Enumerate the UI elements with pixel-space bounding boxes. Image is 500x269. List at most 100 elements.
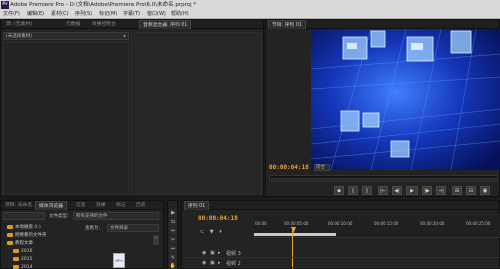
menu-edit[interactable]: 编辑(E): [27, 10, 44, 19]
slip-tool-icon[interactable]: ↔: [169, 245, 177, 253]
tree-item[interactable]: 教程文章: [7, 240, 33, 247]
tab-markers[interactable]: 标记: [113, 201, 129, 210]
eye-icon[interactable]: ◉: [202, 250, 206, 256]
project-panel: 项目: 未命名 媒体浏览器 信息 效果 标记 历史 文件类型: 所有支持的文件 …: [0, 200, 164, 269]
premiere-app-icon[interactable]: Pr: [1, 1, 9, 9]
expand-icon[interactable]: ▸: [218, 250, 221, 256]
view-as-select[interactable]: 文件目录: [107, 224, 159, 232]
ripple-edit-tool-icon[interactable]: ⇔: [169, 227, 177, 235]
track-video-3[interactable]: ◉ ▣ ▸ 视频 3: [182, 249, 500, 258]
marker-icon[interactable]: ▼: [210, 229, 214, 235]
export-frame-button[interactable]: ▣: [480, 186, 490, 195]
window-title: Adobe Premiere Pro - D:\文档\Adobe\Premier…: [10, 2, 197, 8]
tab-project[interactable]: 项目: 未命名: [2, 201, 35, 210]
sync-lock-icon[interactable]: ▾: [219, 229, 222, 235]
zoom-fit-select[interactable]: 适合: [314, 164, 330, 171]
expand-icon[interactable]: ▸: [218, 260, 221, 266]
tab-source[interactable]: 源: (无素材): [3, 20, 35, 29]
tab-history[interactable]: 历史: [133, 201, 149, 210]
clip-selector[interactable]: (未选择素材) ▸: [3, 32, 129, 40]
source-panel: 源: (无素材) 元数据 效果控制台 音频混合器: 序列 01 (未选择素材) …: [0, 19, 264, 197]
timeline-timecode[interactable]: 00:00:04:18: [198, 215, 238, 222]
timeline-tab-row: 序列 01: [182, 201, 499, 210]
folder-icon: [7, 240, 13, 245]
play-button[interactable]: ▶: [406, 186, 418, 195]
location-dropdown[interactable]: [3, 212, 45, 220]
chevron-right-icon: ▸: [123, 34, 126, 39]
program-timecode[interactable]: 00:00:04:18: [269, 164, 309, 171]
media-file-icon[interactable]: MP4: [113, 253, 125, 268]
scrollbar-thumb[interactable]: —: [153, 235, 159, 245]
track-video-2[interactable]: ◉ ▣ ▸ 视频 2: [182, 259, 500, 268]
tab-sequence[interactable]: 序列 01: [184, 201, 210, 210]
transport-controls: ◆ { } |← ◀| ▶ |▶ →| ⊞ ⊟ ▣: [266, 186, 500, 197]
zoom-fit-label: 适合: [316, 165, 325, 170]
filetype-label: 文件类型:: [49, 214, 69, 219]
view-as-value: 文件目录: [110, 226, 128, 231]
filetype-value: 所有支持的文件: [76, 214, 108, 219]
menu-help[interactable]: 帮助(H): [171, 10, 189, 19]
menu-file[interactable]: 文件(F): [3, 10, 20, 19]
tree-item[interactable]: 刚要看的文件夹: [7, 232, 47, 239]
folder-icon: [7, 232, 13, 237]
tab-info[interactable]: 信息: [73, 201, 89, 210]
program-zoom-bar[interactable]: [269, 180, 498, 182]
menu-sequence[interactable]: 序列(S): [75, 10, 92, 19]
add-marker-button[interactable]: ◆: [334, 186, 344, 195]
track-select-tool-icon[interactable]: ⇆: [169, 218, 177, 226]
pen-tool-icon[interactable]: ✎: [169, 254, 177, 262]
menu-window[interactable]: 窗口(W): [147, 10, 166, 19]
filetype-select[interactable]: 所有支持的文件: [73, 212, 159, 220]
menu-clip[interactable]: 素材(C): [51, 10, 68, 19]
tree-item[interactable]: 2015: [13, 256, 32, 263]
tab-audio-mixer[interactable]: 音频混合器: 序列 01: [139, 20, 192, 29]
timeline-toggle-icons: ⊂ ▼ ▾: [200, 229, 222, 235]
hand-tool-icon[interactable]: ✋: [169, 262, 177, 269]
work-area-bar[interactable]: [254, 233, 336, 236]
snap-icon[interactable]: ⊂: [200, 229, 204, 235]
tools-panel: ▶ ⇆ ⇔ ✂ ↔ ✎ ✋: [167, 200, 178, 269]
tab-effects[interactable]: 效果: [93, 201, 109, 210]
view-as-label: 查看为:: [85, 226, 101, 231]
eye-icon[interactable]: ◉: [202, 260, 206, 266]
razor-tool-icon[interactable]: ✂: [169, 236, 177, 244]
lock-icon[interactable]: ▣: [210, 260, 215, 266]
ruler-label: 00:00:10:00: [328, 221, 353, 226]
go-to-out-button[interactable]: →|: [436, 186, 446, 195]
tree-item[interactable]: 本地磁盘 (I:): [7, 224, 41, 231]
program-tab-row: 节目: 序列 01: [266, 20, 499, 29]
tab-program[interactable]: 节目: 序列 01: [268, 20, 306, 29]
tab-effect-controls[interactable]: 效果控制台: [89, 20, 119, 29]
effect-controls-left-pane: [3, 42, 129, 194]
go-to-in-button[interactable]: |←: [378, 186, 388, 195]
ruler-label: 00:00: [255, 221, 267, 226]
tab-metadata[interactable]: 元数据: [63, 20, 83, 29]
time-ruler[interactable]: 00:00 00:00:05:00 00:00:10:00 00:00:15:0…: [254, 214, 500, 238]
lock-icon[interactable]: ▣: [210, 250, 215, 256]
menu-marker[interactable]: 标记(M): [99, 10, 117, 19]
folder-icon: [13, 256, 19, 261]
effect-controls-timeline-pane: [131, 32, 262, 194]
ruler-label: 00:00:20:00: [420, 221, 445, 226]
menu-title[interactable]: 字幕(T): [123, 10, 140, 19]
track-name: 视频 2: [226, 261, 241, 267]
step-back-button[interactable]: ◀|: [392, 186, 402, 195]
menu-bar: 文件(F) 编辑(E) 素材(C) 序列(S) 标记(M) 字幕(T) 窗口(W…: [0, 10, 500, 19]
folder-icon: [7, 224, 13, 229]
step-forward-button[interactable]: |▶: [422, 186, 432, 195]
extract-button[interactable]: ⊟: [466, 186, 476, 195]
no-clip-label: (未选择素材): [6, 34, 33, 39]
mark-out-button[interactable]: }: [362, 186, 372, 195]
tree-item[interactable]: 2016: [13, 248, 32, 255]
tree-item[interactable]: 2014: [13, 264, 32, 269]
ruler-label: 00:00:05:00: [284, 221, 309, 226]
program-scrub-bar[interactable]: [269, 175, 498, 179]
selection-tool-icon[interactable]: ▶: [169, 209, 177, 217]
video-frame-image: [311, 29, 500, 170]
window-titlebar: Adobe Premiere Pro - D:\文档\Adobe\Premier…: [0, 0, 500, 10]
project-tab-row: 项目: 未命名 媒体浏览器 信息 效果 标记 历史: [1, 201, 163, 210]
tab-media-browser[interactable]: 媒体浏览器: [35, 201, 67, 210]
ruler-label: 00:00:15:00: [374, 221, 399, 226]
lift-button[interactable]: ⊞: [452, 186, 462, 195]
mark-in-button[interactable]: {: [348, 186, 358, 195]
